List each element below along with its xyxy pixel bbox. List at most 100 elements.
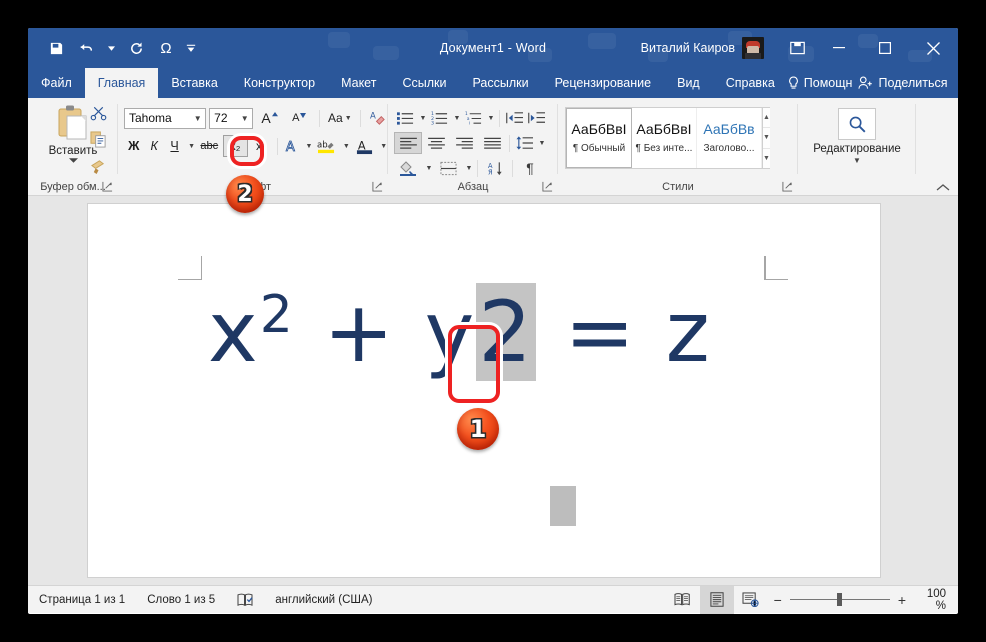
zoom-slider-handle[interactable] xyxy=(836,593,842,606)
status-words[interactable]: Слово 1 из 5 xyxy=(136,586,226,614)
view-web-layout-button[interactable] xyxy=(734,586,768,614)
decrease-indent-icon xyxy=(505,112,523,124)
shading-dropdown-icon[interactable]: ▼ xyxy=(422,157,434,179)
underline-button[interactable]: Ч xyxy=(165,135,184,157)
tab-references[interactable]: Ссылки xyxy=(389,68,459,98)
align-center-button[interactable] xyxy=(422,132,450,154)
font-name-combo[interactable]: Tahoma ▼ xyxy=(124,107,207,129)
font-dialog-launcher[interactable] xyxy=(372,181,383,192)
style-normal[interactable]: АаБбВвI ¶ Обычный xyxy=(566,108,632,168)
editing-dropdown-icon[interactable]: ▼ xyxy=(853,156,861,165)
close-button[interactable] xyxy=(908,28,958,68)
bullets-dropdown-icon[interactable]: ▼ xyxy=(416,107,428,129)
symbol-omega-icon[interactable]: Ω xyxy=(152,34,180,62)
annotation-badge-1: 1 xyxy=(457,408,499,450)
format-painter-button[interactable] xyxy=(90,158,107,180)
multilevel-dropdown-icon[interactable]: ▼ xyxy=(484,107,496,129)
zoom-out-button[interactable]: − xyxy=(774,592,782,608)
clear-formatting-button[interactable]: A xyxy=(367,107,388,129)
customize-qat-icon[interactable] xyxy=(182,34,200,62)
tab-help[interactable]: Справка xyxy=(713,68,788,98)
font-color-button[interactable]: A xyxy=(352,135,377,157)
grow-font-button[interactable]: A xyxy=(256,107,283,129)
group-clipboard: Вставить Буфер обм... xyxy=(28,98,118,196)
styles-scroll-up-icon[interactable]: ▲ xyxy=(763,108,770,129)
font-name-arrow-icon[interactable]: ▼ xyxy=(190,114,205,123)
redo-icon[interactable] xyxy=(122,34,150,62)
tab-strip-right: Помощн Поделиться xyxy=(788,68,958,98)
tab-layout[interactable]: Макет xyxy=(328,68,389,98)
underline-dropdown-icon[interactable]: ▼ xyxy=(185,135,196,157)
style-no-spacing[interactable]: АаБбВвI ¶ Без инте... xyxy=(632,108,697,168)
highlight-dropdown-icon[interactable]: ▼ xyxy=(340,135,351,157)
bold-button[interactable]: Ж xyxy=(124,135,143,157)
strikethrough-button[interactable]: abc xyxy=(197,135,222,157)
undo-icon[interactable] xyxy=(72,34,100,62)
styles-more-icon[interactable]: ▼ xyxy=(763,148,770,168)
line-spacing-button[interactable] xyxy=(513,132,535,154)
text-effects-dropdown-icon[interactable]: ▼ xyxy=(303,135,314,157)
multilevel-list-button[interactable]: 1ai xyxy=(462,107,484,129)
cut-button[interactable] xyxy=(90,104,107,126)
maximize-button[interactable] xyxy=(862,28,908,68)
tab-view[interactable]: Вид xyxy=(664,68,713,98)
borders-dropdown-icon[interactable]: ▼ xyxy=(462,157,474,179)
font-size-combo[interactable]: 72 ▼ xyxy=(209,107,254,129)
show-formatting-marks-button[interactable]: ¶ xyxy=(516,157,544,179)
view-print-layout-button[interactable] xyxy=(699,585,734,614)
zoom-percentage[interactable]: 100 % xyxy=(916,588,958,612)
share-button[interactable]: Поделиться xyxy=(858,76,947,90)
tab-review[interactable]: Рецензирование xyxy=(542,68,665,98)
numbering-dropdown-icon[interactable]: ▼ xyxy=(450,107,462,129)
tab-mailings[interactable]: Рассылки xyxy=(459,68,541,98)
view-read-mode-button[interactable] xyxy=(666,586,700,614)
zoom-in-button[interactable]: + xyxy=(898,592,906,608)
italic-button[interactable]: К xyxy=(144,135,163,157)
clipboard-dialog-launcher[interactable] xyxy=(102,181,113,192)
tab-insert[interactable]: Вставка xyxy=(158,68,230,98)
status-language[interactable]: английский (США) xyxy=(264,586,383,614)
tab-file[interactable]: Файл xyxy=(28,68,85,98)
status-page[interactable]: Страница 1 из 1 xyxy=(28,586,136,614)
text-highlight-button[interactable]: ab xyxy=(314,135,339,157)
sort-button[interactable]: AЯ xyxy=(481,157,509,179)
minimize-button[interactable] xyxy=(816,28,862,68)
styles-scroll-down-icon[interactable]: ▼ xyxy=(763,128,770,149)
zoom-controls: − + xyxy=(768,592,916,608)
status-proofing[interactable] xyxy=(226,586,264,614)
annotation-badge-2: 2 xyxy=(226,175,264,213)
zoom-slider[interactable] xyxy=(789,593,890,606)
margin-mark-top-left xyxy=(178,256,202,280)
collapse-ribbon-icon[interactable] xyxy=(936,183,950,192)
bullets-button[interactable] xyxy=(394,107,416,129)
style-heading[interactable]: АаБбВв Заголово... xyxy=(697,108,762,168)
tab-home[interactable]: Главная xyxy=(84,68,159,98)
avatar[interactable] xyxy=(742,37,764,59)
tell-me-button[interactable]: Помощн xyxy=(788,76,852,91)
undo-dropdown-icon[interactable] xyxy=(102,34,120,62)
text-effects-button[interactable]: A xyxy=(282,135,301,157)
increase-indent-button[interactable] xyxy=(525,107,547,129)
ribbon-tabs: Файл Главная Вставка Конструктор Макет С… xyxy=(28,68,958,98)
editing-button[interactable]: Редактирование ▼ xyxy=(798,102,916,165)
copy-button[interactable] xyxy=(90,131,107,153)
shading-button[interactable] xyxy=(394,157,422,179)
change-case-button[interactable]: Aa ▼ xyxy=(326,107,355,129)
styles-dialog-launcher[interactable] xyxy=(782,181,793,192)
line-spacing-dropdown-icon[interactable]: ▼ xyxy=(535,132,547,154)
justify-button[interactable] xyxy=(478,132,506,154)
align-left-button[interactable] xyxy=(394,132,422,154)
align-right-button[interactable] xyxy=(450,132,478,154)
font-size-arrow-icon[interactable]: ▼ xyxy=(237,114,252,123)
ribbon-display-options-icon[interactable] xyxy=(778,28,816,68)
tab-design[interactable]: Конструктор xyxy=(231,68,328,98)
paragraph-dialog-launcher[interactable] xyxy=(542,181,553,192)
borders-button[interactable] xyxy=(434,157,462,179)
shrink-font-button[interactable]: A xyxy=(286,107,313,129)
borders-icon xyxy=(439,161,457,175)
change-case-arrow-icon[interactable]: ▼ xyxy=(345,115,352,122)
numbering-button[interactable]: 123 xyxy=(428,107,450,129)
account-name[interactable]: Виталий Каиров xyxy=(641,41,735,55)
decrease-indent-button[interactable] xyxy=(503,107,525,129)
save-icon[interactable] xyxy=(42,34,70,62)
